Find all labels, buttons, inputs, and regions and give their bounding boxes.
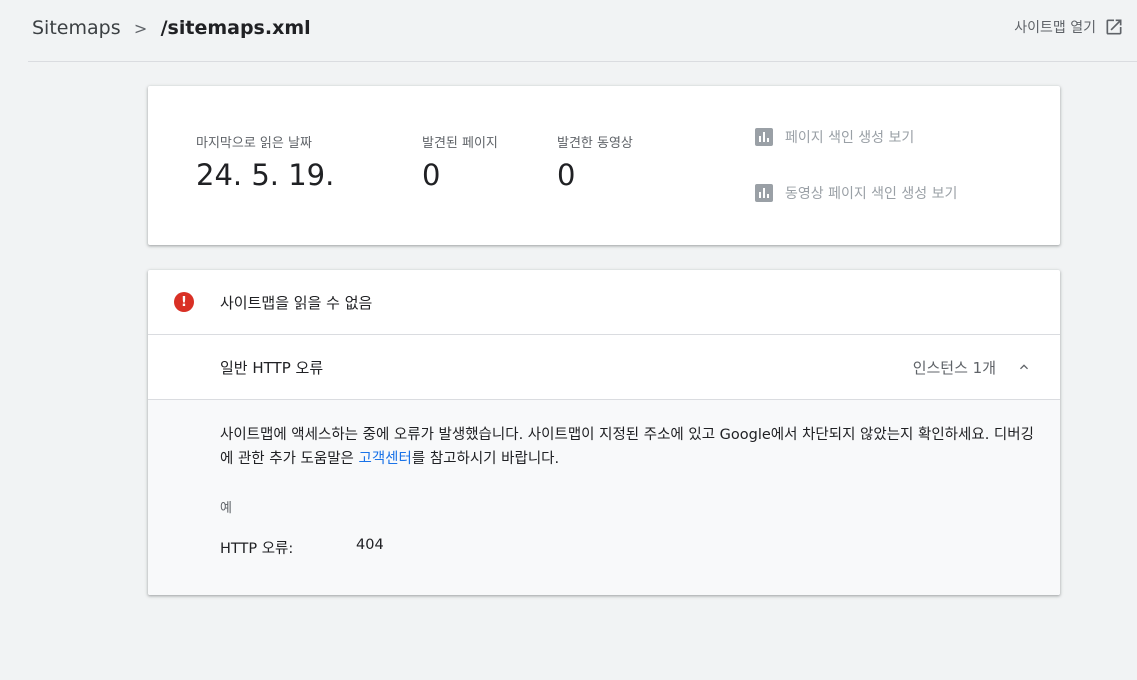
last-read-value: 24. 5. 19. xyxy=(196,158,335,192)
sitemap-summary-card: 마지막으로 읽은 날짜 24. 5. 19. 발견된 페이지 0 발견한 동영상… xyxy=(148,86,1060,245)
page-index-report-label: 페이지 색인 생성 보기 xyxy=(785,130,915,146)
page-title: /sitemaps.xml xyxy=(160,17,311,39)
discovered-pages-label: 발견된 페이지 xyxy=(422,136,498,151)
chevron-up-icon[interactable] xyxy=(1016,359,1032,375)
open-sitemap-label: 사이트맵 열기 xyxy=(1014,20,1096,36)
discovered-videos-label: 발견한 동영상 xyxy=(557,136,633,151)
issue-instance-count: 인스턴스 1개 xyxy=(912,358,996,377)
video-index-report-link[interactable]: 동영상 페이지 색인 생성 보기 xyxy=(755,183,957,203)
breadcrumb-separator: > xyxy=(133,18,148,38)
discovered-pages-value: 0 xyxy=(422,158,441,192)
issue-details-panel: 사이트맵에 액세스하는 중에 오류가 발생했습니다. 사이트맵이 지정된 주소에… xyxy=(148,400,1060,595)
breadcrumb-sitemaps-link[interactable]: Sitemaps xyxy=(32,17,121,39)
http-error-value: 404 xyxy=(356,537,384,553)
page-header: Sitemaps > /sitemaps.xml 사이트맵 열기 xyxy=(28,0,1137,62)
last-read-stat: 마지막으로 읽은 날짜 24. 5. 19. xyxy=(196,132,334,192)
example-label: 예 xyxy=(220,501,232,516)
video-index-report-label: 동영상 페이지 색인 생성 보기 xyxy=(785,186,958,202)
bar-chart-icon xyxy=(755,184,773,202)
open-sitemap-button[interactable]: 사이트맵 열기 xyxy=(1014,17,1124,37)
help-center-link[interactable]: 고객센터 xyxy=(359,451,412,467)
page-index-report-link[interactable]: 페이지 색인 생성 보기 xyxy=(755,127,914,147)
http-error-row: HTTP 오류: 404 xyxy=(220,537,384,558)
error-title: 사이트맵을 읽을 수 없음 xyxy=(220,293,373,312)
description-text-end: 를 참고하시기 바랍니다. xyxy=(411,451,560,467)
bar-chart-icon xyxy=(755,128,773,146)
error-header: ! 사이트맵을 읽을 수 없음 xyxy=(148,270,1060,335)
issue-title: 일반 HTTP 오류 xyxy=(220,358,324,377)
error-exclamation-icon: ! xyxy=(174,292,194,312)
issue-row-http-error[interactable]: 일반 HTTP 오류 인스턴스 1개 xyxy=(148,335,1060,400)
discovered-videos-stat: 발견한 동영상 0 xyxy=(557,132,633,192)
issue-description: 사이트맵에 액세스하는 중에 오류가 발생했습니다. 사이트맵이 지정된 주소에… xyxy=(220,423,1040,471)
open-in-new-icon xyxy=(1104,17,1124,37)
description-text: 사이트맵에 액세스하는 중에 오류가 발생했습니다. 사이트맵이 지정된 주소에… xyxy=(220,427,1034,467)
discovered-videos-value: 0 xyxy=(557,158,576,192)
last-read-label: 마지막으로 읽은 날짜 xyxy=(196,136,312,151)
discovered-pages-stat: 발견된 페이지 0 xyxy=(422,132,498,192)
breadcrumb: Sitemaps > /sitemaps.xml xyxy=(32,17,311,39)
http-error-label: HTTP 오류: xyxy=(220,541,294,557)
sitemap-error-card: ! 사이트맵을 읽을 수 없음 일반 HTTP 오류 인스턴스 1개 사이트맵에… xyxy=(148,270,1060,595)
